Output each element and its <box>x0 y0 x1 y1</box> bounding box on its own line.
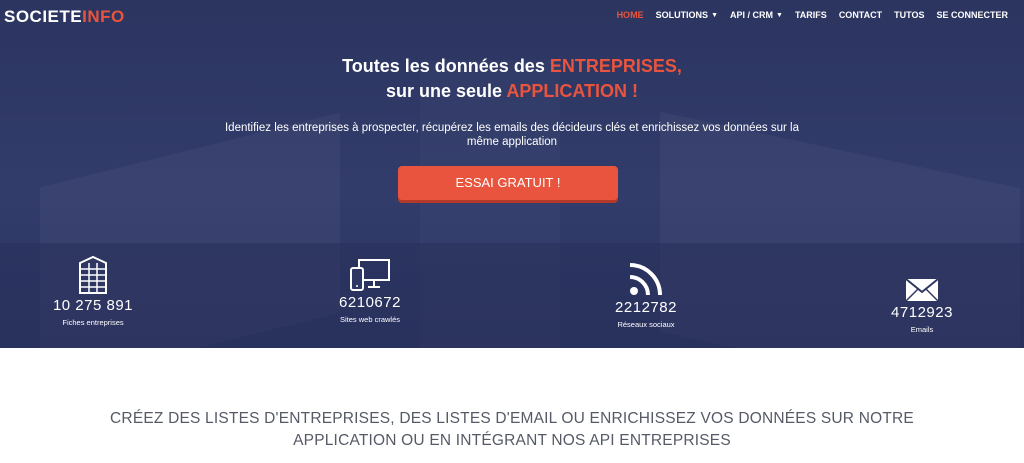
logo-part2: INFO <box>82 7 125 26</box>
logo-part1: SOCIETE <box>4 7 83 26</box>
top-navigation: SOCIETE INFO HOME SOLUTIONS ▼ API / CRM ▼ … <box>0 0 1024 32</box>
stat-value: 2212782 <box>615 299 677 316</box>
free-trial-button[interactable]: ESSAI GRATUIT ! <box>398 166 618 200</box>
stat-label: Sites web crawlés <box>339 315 401 324</box>
section-heading: CRÉEZ DES LISTES D'ENTREPRISES, DES LIST… <box>110 410 914 449</box>
nav-item-api-crm[interactable]: API / CRM ▼ <box>724 10 789 20</box>
headline-line2-accent: APPLICATION ! <box>506 81 639 101</box>
hero-headline: Toutes les données des ENTREPRISES, sur … <box>0 54 1024 104</box>
stat-label: Fiches entreprises <box>62 318 124 327</box>
chevron-down-icon: ▼ <box>776 11 783 19</box>
nav-item-tarifs[interactable]: TARIFS <box>789 10 833 20</box>
nav-item-home[interactable]: HOME <box>611 10 650 20</box>
nav-item-se-connecter[interactable]: SE CONNECTER <box>930 10 1014 20</box>
nav-item-solutions[interactable]: SOLUTIONS ▼ <box>650 10 724 20</box>
rss-icon <box>566 257 726 297</box>
hero-section: SOCIETE INFO HOME SOLUTIONS ▼ API / CRM ▼ … <box>0 0 1024 348</box>
headline-line1-text: Toutes les données des <box>342 56 550 76</box>
headline-line1-accent: ENTREPRISES, <box>549 56 682 76</box>
chevron-down-icon: ▼ <box>711 11 719 19</box>
stat-value: 4712923 <box>891 304 953 321</box>
headline-line2-text: sur une seule <box>385 81 507 101</box>
nav-item-tutos[interactable]: TUTOS <box>888 10 930 20</box>
devices-icon <box>290 252 450 292</box>
hero-subtitle: Identifiez les entreprises à prospecter,… <box>224 122 799 148</box>
stat-value: 10 275 891 <box>52 297 134 314</box>
stat-websites: 6210672 Sites web crawlés <box>290 252 450 324</box>
nav-menu: HOME SOLUTIONS ▼ API / CRM ▼ TARIFS CONTAC… <box>611 10 1014 20</box>
envelope-icon <box>842 262 1002 302</box>
stat-companies: 10 275 891 Fiches entreprises <box>13 255 173 327</box>
stat-label: Réseaux sociaux <box>617 320 675 329</box>
stat-label: Emails <box>910 325 934 334</box>
building-icon <box>13 255 173 295</box>
stat-value: 6210672 <box>339 294 401 311</box>
stat-social: 2212782 Réseaux sociaux <box>566 257 726 329</box>
stat-emails: 4712923 Emails <box>842 262 1002 334</box>
nav-item-contact[interactable]: CONTACT <box>833 10 888 20</box>
site-logo[interactable]: SOCIETE INFO <box>4 7 125 27</box>
